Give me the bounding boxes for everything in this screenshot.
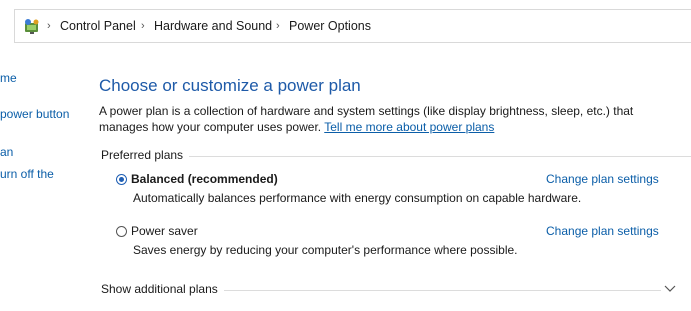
sidebar-item-power-button[interactable]: power button	[0, 107, 69, 121]
power-saver-plan-description: Saves energy by reducing your computer's…	[133, 243, 518, 257]
breadcrumb-separator-icon: ›	[47, 20, 51, 32]
power-saver-plan-radio[interactable]	[116, 226, 127, 237]
address-bar[interactable]: › Control Panel › Hardware and Sound › P…	[14, 9, 691, 43]
preferred-plans-divider	[101, 156, 691, 157]
breadcrumb-separator-icon: ›	[141, 20, 145, 32]
balanced-plan-description: Automatically balances performance with …	[133, 191, 582, 205]
sidebar-item-home[interactable]: me	[0, 71, 17, 85]
balanced-change-settings-link[interactable]: Change plan settings	[546, 172, 659, 186]
power-saver-change-settings-link[interactable]: Change plan settings	[546, 224, 659, 238]
breadcrumb-item-hardware-and-sound[interactable]: Hardware and Sound	[154, 10, 272, 42]
show-additional-plans[interactable]: Show additional plans	[101, 282, 224, 296]
page-description: A power plan is a collection of hardware…	[99, 103, 684, 135]
breadcrumb-item-power-options[interactable]: Power Options	[289, 10, 371, 42]
learn-more-link[interactable]: Tell me more about power plans	[324, 120, 494, 134]
page-title: Choose or customize a power plan	[99, 76, 361, 95]
power-saver-plan-name[interactable]: Power saver	[131, 224, 198, 238]
sidebar-item-create-plan[interactable]: an	[0, 145, 13, 159]
chevron-down-icon[interactable]	[664, 283, 676, 293]
breadcrumb-separator-icon: ›	[276, 20, 280, 32]
sidebar-item-display-off[interactable]: urn off the	[0, 167, 54, 181]
breadcrumb-item-control-panel[interactable]: Control Panel	[60, 10, 136, 42]
balanced-plan-name[interactable]: Balanced (recommended)	[131, 172, 278, 186]
preferred-plans-label: Preferred plans	[101, 148, 190, 162]
control-panel-icon	[25, 19, 39, 34]
balanced-plan-radio[interactable]	[116, 174, 127, 185]
